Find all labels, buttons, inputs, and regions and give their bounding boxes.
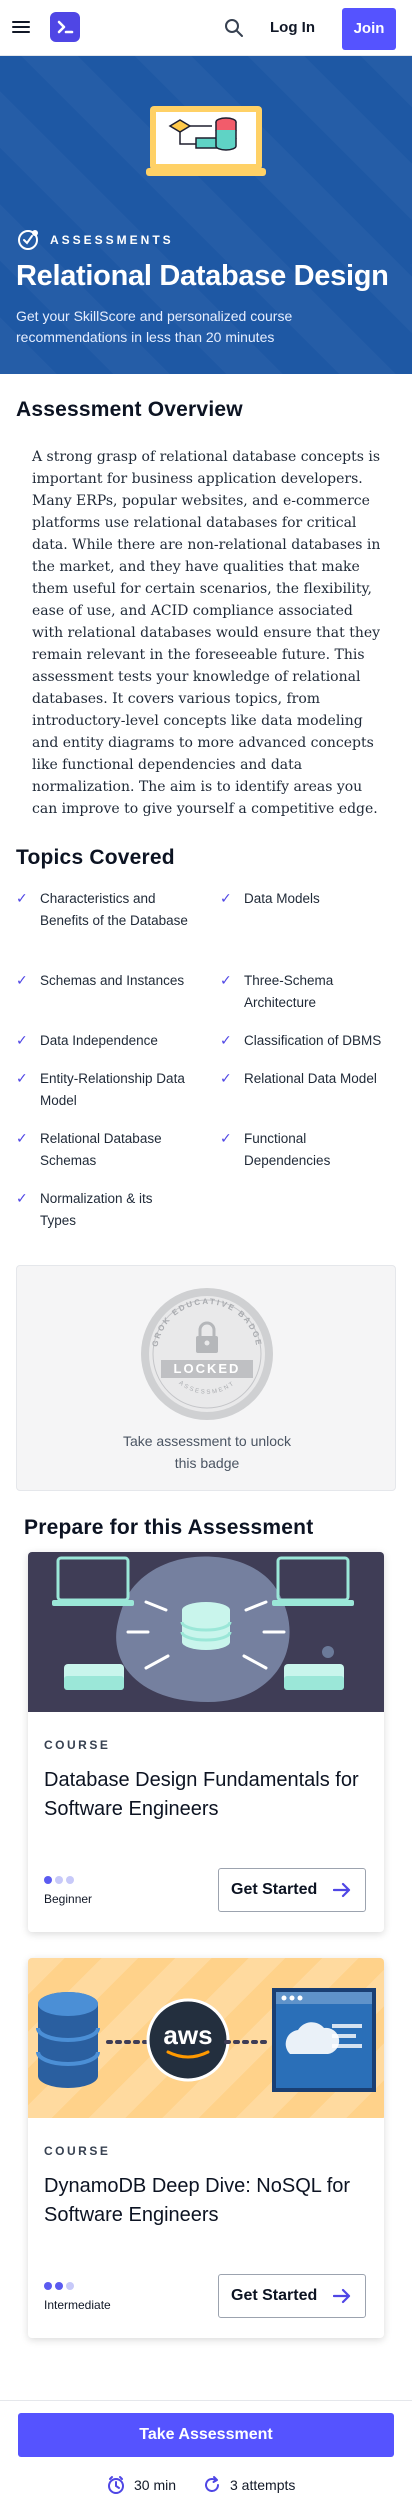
search-icon[interactable] xyxy=(222,16,246,40)
check-icon: ✓ xyxy=(16,1032,28,1048)
menu-icon[interactable] xyxy=(12,18,32,38)
refresh-icon xyxy=(205,2476,219,2492)
hero-tag: ASSESSMENTS xyxy=(50,233,174,247)
check-icon: ✓ xyxy=(16,1070,28,1086)
check-icon: ✓ xyxy=(16,1130,28,1146)
topic-item: ✓ Relational Database Schemas xyxy=(16,1128,180,1172)
course-kind: COURSE xyxy=(44,1738,111,1752)
course-level: Intermediate xyxy=(44,2298,111,2312)
course-level: Beginner xyxy=(44,1892,93,1906)
top-nav: Log In Join xyxy=(0,0,412,56)
check-icon: ✓ xyxy=(16,1190,28,1206)
login-link[interactable]: Log In xyxy=(262,12,323,44)
duration: 30 min xyxy=(106,2475,176,2495)
course-title[interactable]: Database Design Fundamentals for Softwar… xyxy=(44,1766,374,1824)
check-icon: ✓ xyxy=(220,1070,232,1086)
check-icon: ✓ xyxy=(220,1032,232,1048)
topic-item: ✓ Schemas and Instances xyxy=(16,970,195,992)
topic-item: ✓ Normalization & its Types xyxy=(16,1188,170,1232)
take-assessment-button[interactable]: Take Assessment xyxy=(18,2413,394,2457)
course-kind: COURSE xyxy=(44,2144,111,2158)
topic-item: ✓ Three-Schema Architecture xyxy=(220,970,384,1014)
course-card[interactable]: COURSE Database Design Fundamentals for … xyxy=(28,1552,384,1932)
locked-badge: GROK EDUCATIVE BADGE ASSESSMENT LOCKED xyxy=(141,1288,273,1420)
clock-icon xyxy=(108,2476,124,2494)
join-button[interactable]: Join xyxy=(342,8,396,50)
sticky-footer: Take Assessment 30 min 3 attempts xyxy=(0,2400,412,2500)
topic-item: ✓ Functional Dependencies xyxy=(220,1128,364,1172)
course-card[interactable]: aws COURSE DynamoDB Deep Dive: NoSQL for… xyxy=(28,1958,384,2338)
overview-heading: Assessment Overview xyxy=(16,398,243,421)
badge-caption: Take assessment to unlock this badge xyxy=(122,1433,292,1471)
topic-item: ✓ Entity-Relationship Data Model xyxy=(16,1068,195,1112)
course-title[interactable]: DynamoDB Deep Dive: NoSQL for Software E… xyxy=(44,2172,374,2230)
arrow-right-icon xyxy=(333,1882,351,1898)
topics-heading: Topics Covered xyxy=(16,846,175,869)
check-icon: ✓ xyxy=(16,972,28,988)
course-thumbnail xyxy=(28,1552,384,1712)
badge-status: LOCKED xyxy=(174,1361,241,1376)
page-title: Relational Database Design xyxy=(16,260,389,292)
prepare-heading: Prepare for this Assessment xyxy=(24,1516,314,1539)
course-thumbnail: aws xyxy=(28,1958,384,2118)
get-started-button[interactable]: Get Started xyxy=(218,2274,366,2318)
check-icon: ✓ xyxy=(16,890,28,906)
topic-item: ✓ Data Independence xyxy=(16,1030,195,1052)
level-indicator xyxy=(44,1876,77,1884)
get-started-button[interactable]: Get Started xyxy=(218,1868,366,1912)
overview-text: A strong grasp of relational database co… xyxy=(32,449,381,817)
logo-icon[interactable] xyxy=(50,12,80,42)
hero-banner: ASSESSMENTS Relational Database Design G… xyxy=(0,56,412,374)
assessment-icon xyxy=(18,230,38,250)
topic-item: ✓ Relational Data Model xyxy=(220,1068,399,1090)
topic-item: ✓ Classification of DBMS xyxy=(220,1030,399,1052)
level-indicator xyxy=(44,2282,77,2290)
check-icon: ✓ xyxy=(220,890,232,906)
aws-logo: aws xyxy=(163,2020,212,2050)
check-icon: ✓ xyxy=(220,1130,232,1146)
topic-item: ✓ Data Models xyxy=(220,888,399,910)
topic-item: ✓ Characteristics and Benefits of the Dat… xyxy=(16,888,195,932)
dynamodb-icon xyxy=(36,1992,100,2088)
attempts: 3 attempts xyxy=(202,2475,295,2495)
laptop-database-illustration xyxy=(146,106,266,176)
arrow-right-icon xyxy=(333,2288,351,2304)
hero-subtitle: Get your SkillScore and personalized cou… xyxy=(16,308,293,345)
check-icon: ✓ xyxy=(220,972,232,988)
badge-card: GROK EDUCATIVE BADGE ASSESSMENT LOCKED T… xyxy=(16,1265,396,1491)
